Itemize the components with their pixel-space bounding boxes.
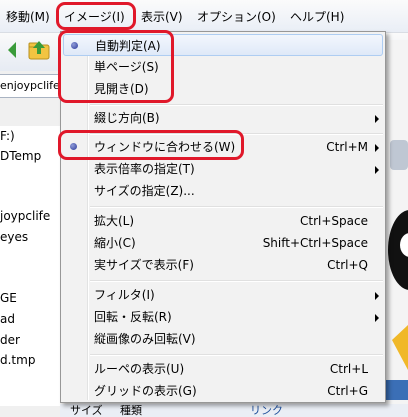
- menu-item-loupe[interactable]: ルーペの表示(U) Ctrl+L: [63, 358, 383, 380]
- folder-tree: F:) DTemp joypclife eyes GE ad der d.tmp: [0, 126, 60, 406]
- menu-item-zoom-in[interactable]: 拡大(L) Ctrl+Space: [63, 210, 383, 232]
- address-value: enjoypclife: [0, 79, 60, 92]
- shortcut-label: Ctrl+Q: [327, 258, 368, 272]
- annotation-menu-image: [56, 2, 136, 30]
- shortcut-label: Ctrl+G: [327, 384, 368, 398]
- menu-item-rotate-flip[interactable]: 回転・反転(R): [63, 306, 383, 328]
- tree-item[interactable]: joypclife: [0, 206, 50, 226]
- tree-item[interactable]: eyes: [0, 227, 28, 247]
- menu-separator: [90, 206, 383, 208]
- shortcut-label: Ctrl+M: [326, 140, 368, 154]
- submenu-arrow-icon: [375, 166, 379, 174]
- menu-item-actual-size[interactable]: 実サイズで表示(F) Ctrl+Q: [63, 254, 383, 276]
- tree-item[interactable]: GE: [0, 288, 17, 308]
- menu-item-zoom-out[interactable]: 縮小(C) Shift+Ctrl+Space: [63, 232, 383, 254]
- menu-item-grid[interactable]: グリッドの表示(G) Ctrl+G: [63, 380, 383, 402]
- menu-separator: [90, 280, 383, 282]
- menu-item-binding-direction[interactable]: 綴じ方向(B): [63, 107, 383, 129]
- shortcut-label: Ctrl+Space: [300, 214, 368, 228]
- column-type[interactable]: 種類: [120, 404, 142, 417]
- status-bar: サイズ 種類 リンク: [60, 404, 408, 417]
- tree-item[interactable]: d.tmp: [0, 350, 35, 370]
- shortcut-label: Shift+Ctrl+Space: [262, 236, 368, 250]
- submenu-arrow-icon: [375, 314, 379, 322]
- menu-options[interactable]: オプション(O): [197, 9, 276, 26]
- folder-up-icon[interactable]: [26, 37, 52, 63]
- menu-item-size-spec[interactable]: サイズの指定(Z)...: [63, 180, 383, 202]
- menu-item-filter[interactable]: フィルタ(I): [63, 284, 383, 306]
- menu-separator: [90, 104, 383, 106]
- menu-item-zoom-ratio[interactable]: 表示倍率の指定(T): [63, 158, 383, 180]
- tree-item[interactable]: F:): [0, 126, 15, 146]
- menu-item-rotate-portrait[interactable]: 縦画像のみ回転(V): [63, 328, 383, 350]
- menu-move[interactable]: 移動(M): [6, 9, 50, 26]
- submenu-arrow-icon: [375, 144, 379, 152]
- nav-arrow-icon[interactable]: [2, 37, 28, 63]
- menu-view[interactable]: 表示(V): [141, 9, 183, 26]
- menu-separator: [90, 354, 383, 356]
- tree-item[interactable]: ad: [0, 309, 15, 329]
- column-size[interactable]: サイズ: [70, 404, 103, 417]
- links-label[interactable]: リンク: [250, 404, 283, 417]
- menu-help[interactable]: ヘルプ(H): [290, 9, 344, 26]
- shortcut-label: Ctrl+L: [329, 362, 368, 376]
- address-field[interactable]: enjoypclife: [0, 74, 61, 98]
- tree-item[interactable]: der: [0, 330, 20, 350]
- tree-item[interactable]: DTemp: [0, 146, 41, 166]
- submenu-arrow-icon: [375, 115, 379, 123]
- annotation-fit-window: [58, 130, 244, 160]
- annotation-page-mode: [58, 30, 174, 103]
- submenu-arrow-icon: [375, 292, 379, 300]
